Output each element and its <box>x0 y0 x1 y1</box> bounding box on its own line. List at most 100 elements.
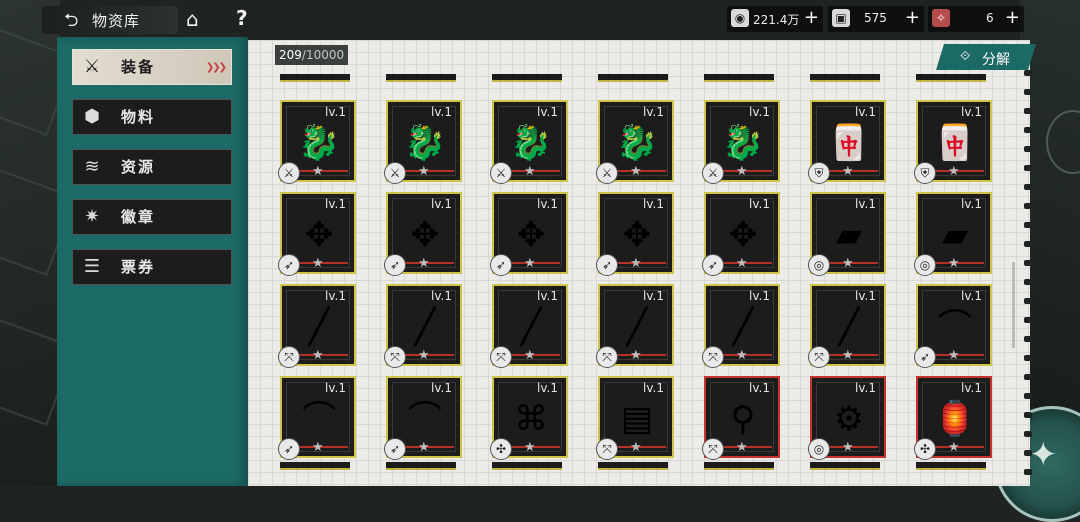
binding-hole <box>1024 412 1032 418</box>
item-card[interactable]: lv.1 🐉 ⚔ ★ <box>278 100 356 184</box>
item-card-partial[interactable] <box>492 74 562 82</box>
dragon-drum-icon: 🐉 <box>721 123 765 163</box>
item-card[interactable]: lv.1 ✥ ➶ ★ <box>702 192 780 276</box>
bow-type-icon: ➶ <box>278 254 300 276</box>
shield-type-icon: ⛨ <box>914 162 936 184</box>
item-card[interactable]: lv.1 🏮 ✣ ★ <box>914 376 992 460</box>
inventory-count-max: /10000 <box>301 48 345 62</box>
item-card[interactable]: lv.1 ╱ ⤧ ★ <box>278 284 356 368</box>
item-card[interactable]: lv.1 ⌒ ➶ ★ <box>384 376 462 460</box>
item-card-partial[interactable] <box>916 462 986 470</box>
item-card-partial[interactable] <box>704 462 774 470</box>
item-card[interactable]: lv.1 ╱ ⤧ ★ <box>490 284 568 368</box>
item-level: lv.1 <box>325 105 346 119</box>
crest-icon: ✧ <box>932 9 950 27</box>
item-card[interactable]: lv.1 ⌒ ➶ ★ <box>278 376 356 460</box>
background-left-decor <box>0 0 76 486</box>
item-card[interactable]: lv.1 ╱ ⤧ ★ <box>702 284 780 368</box>
sidebar-item-resource[interactable]: ≋ 资源 <box>72 149 232 185</box>
binding-hole <box>1024 203 1032 209</box>
item-card[interactable]: lv.1 🐉 ⚔ ★ <box>702 100 780 184</box>
item-card[interactable]: lv.1 ╱ ⤧ ★ <box>596 284 674 368</box>
decompose-label: 分解 <box>982 52 1010 68</box>
item-level: lv.1 <box>643 105 664 119</box>
item-card-partial[interactable] <box>916 74 986 82</box>
sidebar-item-ticket[interactable]: ☰ 票券 <box>72 249 232 285</box>
decompose-button[interactable]: ⟐ 分解 <box>936 44 1036 70</box>
item-card[interactable]: lv.1 ⌘ ✣ ★ <box>490 376 568 460</box>
sidebar-item-label: 徽章 <box>121 208 156 226</box>
binding-hole <box>1024 165 1032 171</box>
resource-value: 221.4万 <box>753 13 800 27</box>
side-tab-handle[interactable] <box>1046 110 1080 174</box>
item-card-partial[interactable] <box>280 74 350 82</box>
item-card[interactable]: lv.1 ▰ ◎ ★ <box>914 192 992 276</box>
category-sidebar: ⚔ 装备 ❯❯❯ ⬢ 物料 ≋ 资源 ✷ 徽章 ☰ 票券 <box>57 37 248 486</box>
sidebar-item-material[interactable]: ⬢ 物料 <box>72 99 232 135</box>
ticket-icon: ▣ <box>832 9 850 27</box>
item-card[interactable]: lv.1 ✥ ➶ ★ <box>278 192 356 276</box>
item-level: lv.1 <box>961 381 982 395</box>
bow-type-icon: ➶ <box>914 346 936 368</box>
item-card[interactable]: lv.1 ⌒ ➶ ★ <box>914 284 992 368</box>
jade-staff-icon: ╱ <box>308 307 330 347</box>
item-card[interactable]: lv.1 ╱ ⤧ ★ <box>808 284 886 368</box>
scroll-tube-icon: ▤ <box>620 399 654 439</box>
home-icon[interactable]: ⌂ <box>186 8 199 30</box>
item-card[interactable]: lv.1 ⚙ ◎ ★ <box>808 376 886 460</box>
add-ticket-button[interactable]: + <box>905 7 920 28</box>
item-card[interactable]: lv.1 🀄 ⛨ ★ <box>808 100 886 184</box>
item-card[interactable]: lv.1 ╱ ⤧ ★ <box>384 284 462 368</box>
item-card[interactable]: lv.1 ▤ ⤧ ★ <box>596 376 674 460</box>
sidebar-item-equipment[interactable]: ⚔ 装备 ❯❯❯ <box>72 49 232 85</box>
armored-cannon-icon: ⚙ <box>833 399 865 439</box>
item-level: lv.1 <box>855 381 876 395</box>
item-card-partial[interactable] <box>492 462 562 470</box>
resource-coin: ◉ 221.4万 + <box>727 6 823 32</box>
item-card[interactable]: lv.1 ✥ ➶ ★ <box>384 192 462 276</box>
spear-type-icon: ⤧ <box>490 346 512 368</box>
item-card[interactable]: lv.1 ✥ ➶ ★ <box>490 192 568 276</box>
item-card-partial[interactable] <box>598 74 668 82</box>
item-level: lv.1 <box>431 381 452 395</box>
back-button[interactable]: ⮌ 物资库 <box>42 6 178 34</box>
help-button[interactable]: ? <box>236 6 248 30</box>
resource-icon: ≋ <box>84 156 100 177</box>
item-card[interactable]: lv.1 ▰ ◎ ★ <box>808 192 886 276</box>
item-card[interactable]: lv.1 ✥ ➶ ★ <box>596 192 674 276</box>
item-card-partial[interactable] <box>386 74 456 82</box>
item-card[interactable]: lv.1 🐉 ⚔ ★ <box>596 100 674 184</box>
crossbow-icon: ⌒ <box>408 399 442 439</box>
bow-type-icon: ➶ <box>702 254 724 276</box>
star-icon: ★ <box>736 164 748 179</box>
cannon-type-icon: ◎ <box>914 254 936 276</box>
item-card-partial[interactable] <box>598 462 668 470</box>
dragon-drum-icon: 🐉 <box>403 123 447 163</box>
hook-staff-icon: ⚲ <box>730 399 756 439</box>
star-icon: ★ <box>630 256 642 271</box>
star-icon: ★ <box>630 348 642 363</box>
star-icon: ★ <box>524 256 536 271</box>
sidebar-item-badge[interactable]: ✷ 徽章 <box>72 199 232 235</box>
item-card[interactable]: lv.1 🐉 ⚔ ★ <box>384 100 462 184</box>
item-card-partial[interactable] <box>704 74 774 82</box>
page-title: 物资库 <box>92 12 141 30</box>
item-card-partial[interactable] <box>386 462 456 470</box>
scrollbar[interactable] <box>1012 262 1015 348</box>
add-coin-button[interactable]: + <box>804 7 819 28</box>
item-card[interactable]: lv.1 ⚲ ⤧ ★ <box>702 376 780 460</box>
item-card-partial[interactable] <box>810 462 880 470</box>
crossbow-icon: ⌒ <box>938 307 972 347</box>
item-card[interactable]: lv.1 🀄 ⛨ ★ <box>914 100 992 184</box>
paper-binding-holes <box>1022 40 1036 486</box>
item-card[interactable]: lv.1 🐉 ⚔ ★ <box>490 100 568 184</box>
star-icon: ★ <box>736 440 748 455</box>
add-crest-button[interactable]: + <box>1005 7 1020 28</box>
item-card-partial[interactable] <box>810 74 880 82</box>
sword-type-icon: ⚔ <box>490 162 512 184</box>
item-card-partial[interactable] <box>280 462 350 470</box>
item-level: lv.1 <box>855 105 876 119</box>
star-icon: ★ <box>418 164 430 179</box>
spear-type-icon: ⤧ <box>808 346 830 368</box>
binding-hole <box>1024 336 1032 342</box>
